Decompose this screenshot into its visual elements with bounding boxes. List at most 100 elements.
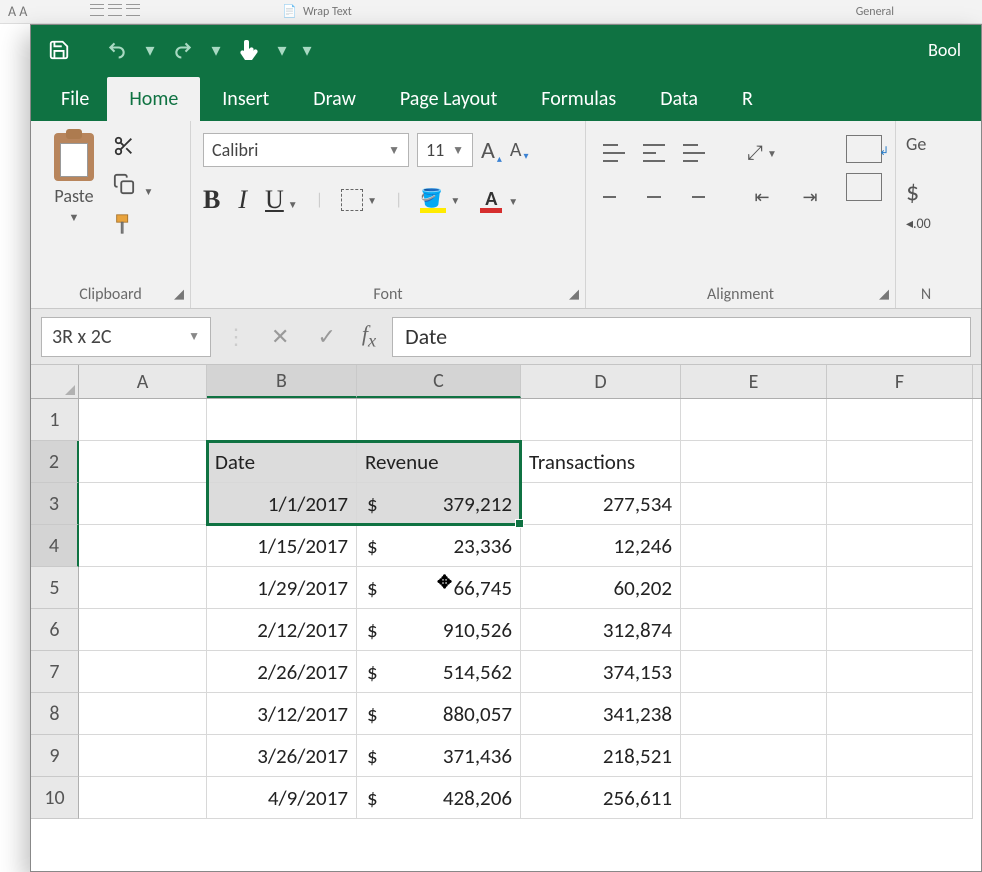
- alignment-launcher[interactable]: ◢: [879, 287, 889, 302]
- cell[interactable]: [681, 525, 827, 567]
- cell[interactable]: 1/29/2017: [207, 567, 357, 609]
- cell[interactable]: 60,202: [521, 567, 681, 609]
- underline-dropdown[interactable]: ▼: [288, 198, 298, 211]
- cell[interactable]: [79, 525, 207, 567]
- bold-button[interactable]: B: [203, 185, 220, 215]
- cell[interactable]: 277,534: [521, 483, 681, 525]
- cell[interactable]: [79, 735, 207, 777]
- font-color-dropdown[interactable]: ▼: [508, 195, 518, 208]
- align-bottom-button[interactable]: [678, 135, 710, 171]
- cell[interactable]: [357, 399, 521, 441]
- cell[interactable]: [827, 483, 973, 525]
- font-color-button[interactable]: A: [478, 187, 504, 213]
- cell[interactable]: [79, 567, 207, 609]
- cell[interactable]: 1/15/2017: [207, 525, 357, 567]
- copy-button[interactable]: ▼: [113, 173, 153, 201]
- increase-indent-button[interactable]: ⇥: [790, 179, 830, 215]
- cell[interactable]: [681, 693, 827, 735]
- cut-button[interactable]: [113, 135, 153, 163]
- italic-button[interactable]: I: [238, 185, 247, 215]
- cell[interactable]: [827, 693, 973, 735]
- col-header-a[interactable]: A: [79, 365, 207, 398]
- font-name-combo[interactable]: Calibri▼: [203, 133, 409, 167]
- cell[interactable]: $880,057: [357, 693, 521, 735]
- redo-button[interactable]: [163, 32, 203, 68]
- decrease-indent-button[interactable]: ⇤: [742, 179, 782, 215]
- cell[interactable]: [681, 483, 827, 525]
- cell[interactable]: [79, 399, 207, 441]
- cell[interactable]: [827, 567, 973, 609]
- cell[interactable]: Date: [207, 441, 357, 483]
- cell[interactable]: 218,521: [521, 735, 681, 777]
- grow-font-button[interactable]: A▴: [481, 136, 502, 165]
- cell[interactable]: 256,611: [521, 777, 681, 819]
- qat-customize[interactable]: ▾: [295, 32, 319, 68]
- cell[interactable]: 3/12/2017: [207, 693, 357, 735]
- paste-button[interactable]: Paste ▼: [39, 127, 109, 277]
- cell[interactable]: [681, 567, 827, 609]
- cell[interactable]: [827, 441, 973, 483]
- cell[interactable]: [79, 777, 207, 819]
- cell[interactable]: [827, 777, 973, 819]
- cell[interactable]: [79, 651, 207, 693]
- cell[interactable]: [681, 777, 827, 819]
- underline-button[interactable]: U: [265, 185, 284, 214]
- worksheet[interactable]: A B C D E F 12DateRevenueTransactions31/…: [31, 365, 981, 819]
- tab-review[interactable]: R: [720, 77, 775, 121]
- align-left-button[interactable]: [598, 179, 630, 215]
- cell[interactable]: 1/1/2017: [207, 483, 357, 525]
- tab-home[interactable]: Home: [107, 77, 200, 121]
- cell[interactable]: 312,874: [521, 609, 681, 651]
- fill-color-dropdown[interactable]: ▼: [450, 194, 460, 207]
- cell[interactable]: 12,246: [521, 525, 681, 567]
- row-header[interactable]: 3: [31, 483, 79, 525]
- cell[interactable]: $379,212: [357, 483, 521, 525]
- cell[interactable]: 374,153: [521, 651, 681, 693]
- cell[interactable]: [827, 399, 973, 441]
- cell[interactable]: [521, 399, 681, 441]
- shrink-font-button[interactable]: A▾: [510, 138, 529, 162]
- cell[interactable]: 341,238: [521, 693, 681, 735]
- merge-center-button[interactable]: [846, 173, 882, 201]
- cell[interactable]: [681, 735, 827, 777]
- orientation-button[interactable]: ⤢▼: [742, 135, 782, 171]
- select-all-button[interactable]: [31, 365, 79, 398]
- cell[interactable]: [827, 525, 973, 567]
- cell[interactable]: 2/26/2017: [207, 651, 357, 693]
- tab-formulas[interactable]: Formulas: [519, 77, 638, 121]
- cell[interactable]: $66,745: [357, 567, 521, 609]
- undo-button[interactable]: [97, 32, 137, 68]
- clipboard-launcher[interactable]: ◢: [174, 287, 184, 302]
- wrap-text-button[interactable]: ↲: [846, 135, 882, 163]
- align-center-button[interactable]: [638, 179, 670, 215]
- tab-file[interactable]: File: [43, 77, 107, 121]
- col-header-b[interactable]: B: [207, 365, 357, 398]
- cell[interactable]: $514,562: [357, 651, 521, 693]
- cell[interactable]: 3/26/2017: [207, 735, 357, 777]
- cell[interactable]: [827, 651, 973, 693]
- align-top-button[interactable]: [598, 135, 630, 171]
- cell[interactable]: 4/9/2017: [207, 777, 357, 819]
- row-header[interactable]: 1: [31, 399, 79, 441]
- formula-bar[interactable]: Date: [392, 317, 971, 357]
- cell[interactable]: 2/12/2017: [207, 609, 357, 651]
- touch-mode-button[interactable]: [229, 32, 269, 68]
- row-header[interactable]: 5: [31, 567, 79, 609]
- row-header[interactable]: 4: [31, 525, 79, 567]
- redo-dropdown[interactable]: ▾: [207, 32, 225, 68]
- cell[interactable]: Transactions: [521, 441, 681, 483]
- undo-dropdown[interactable]: ▾: [141, 32, 159, 68]
- font-launcher[interactable]: ◢: [569, 287, 579, 302]
- row-header[interactable]: 6: [31, 609, 79, 651]
- tab-data[interactable]: Data: [638, 77, 720, 121]
- cell[interactable]: [827, 735, 973, 777]
- cancel-formula-button[interactable]: ✕: [261, 323, 299, 350]
- accounting-format-button[interactable]: $: [906, 155, 948, 207]
- cell[interactable]: [681, 651, 827, 693]
- cell[interactable]: [79, 483, 207, 525]
- row-header[interactable]: 9: [31, 735, 79, 777]
- tab-page-layout[interactable]: Page Layout: [378, 77, 519, 121]
- row-header[interactable]: 7: [31, 651, 79, 693]
- col-header-f[interactable]: F: [827, 365, 973, 398]
- name-box[interactable]: 3R x 2C▼: [41, 317, 211, 357]
